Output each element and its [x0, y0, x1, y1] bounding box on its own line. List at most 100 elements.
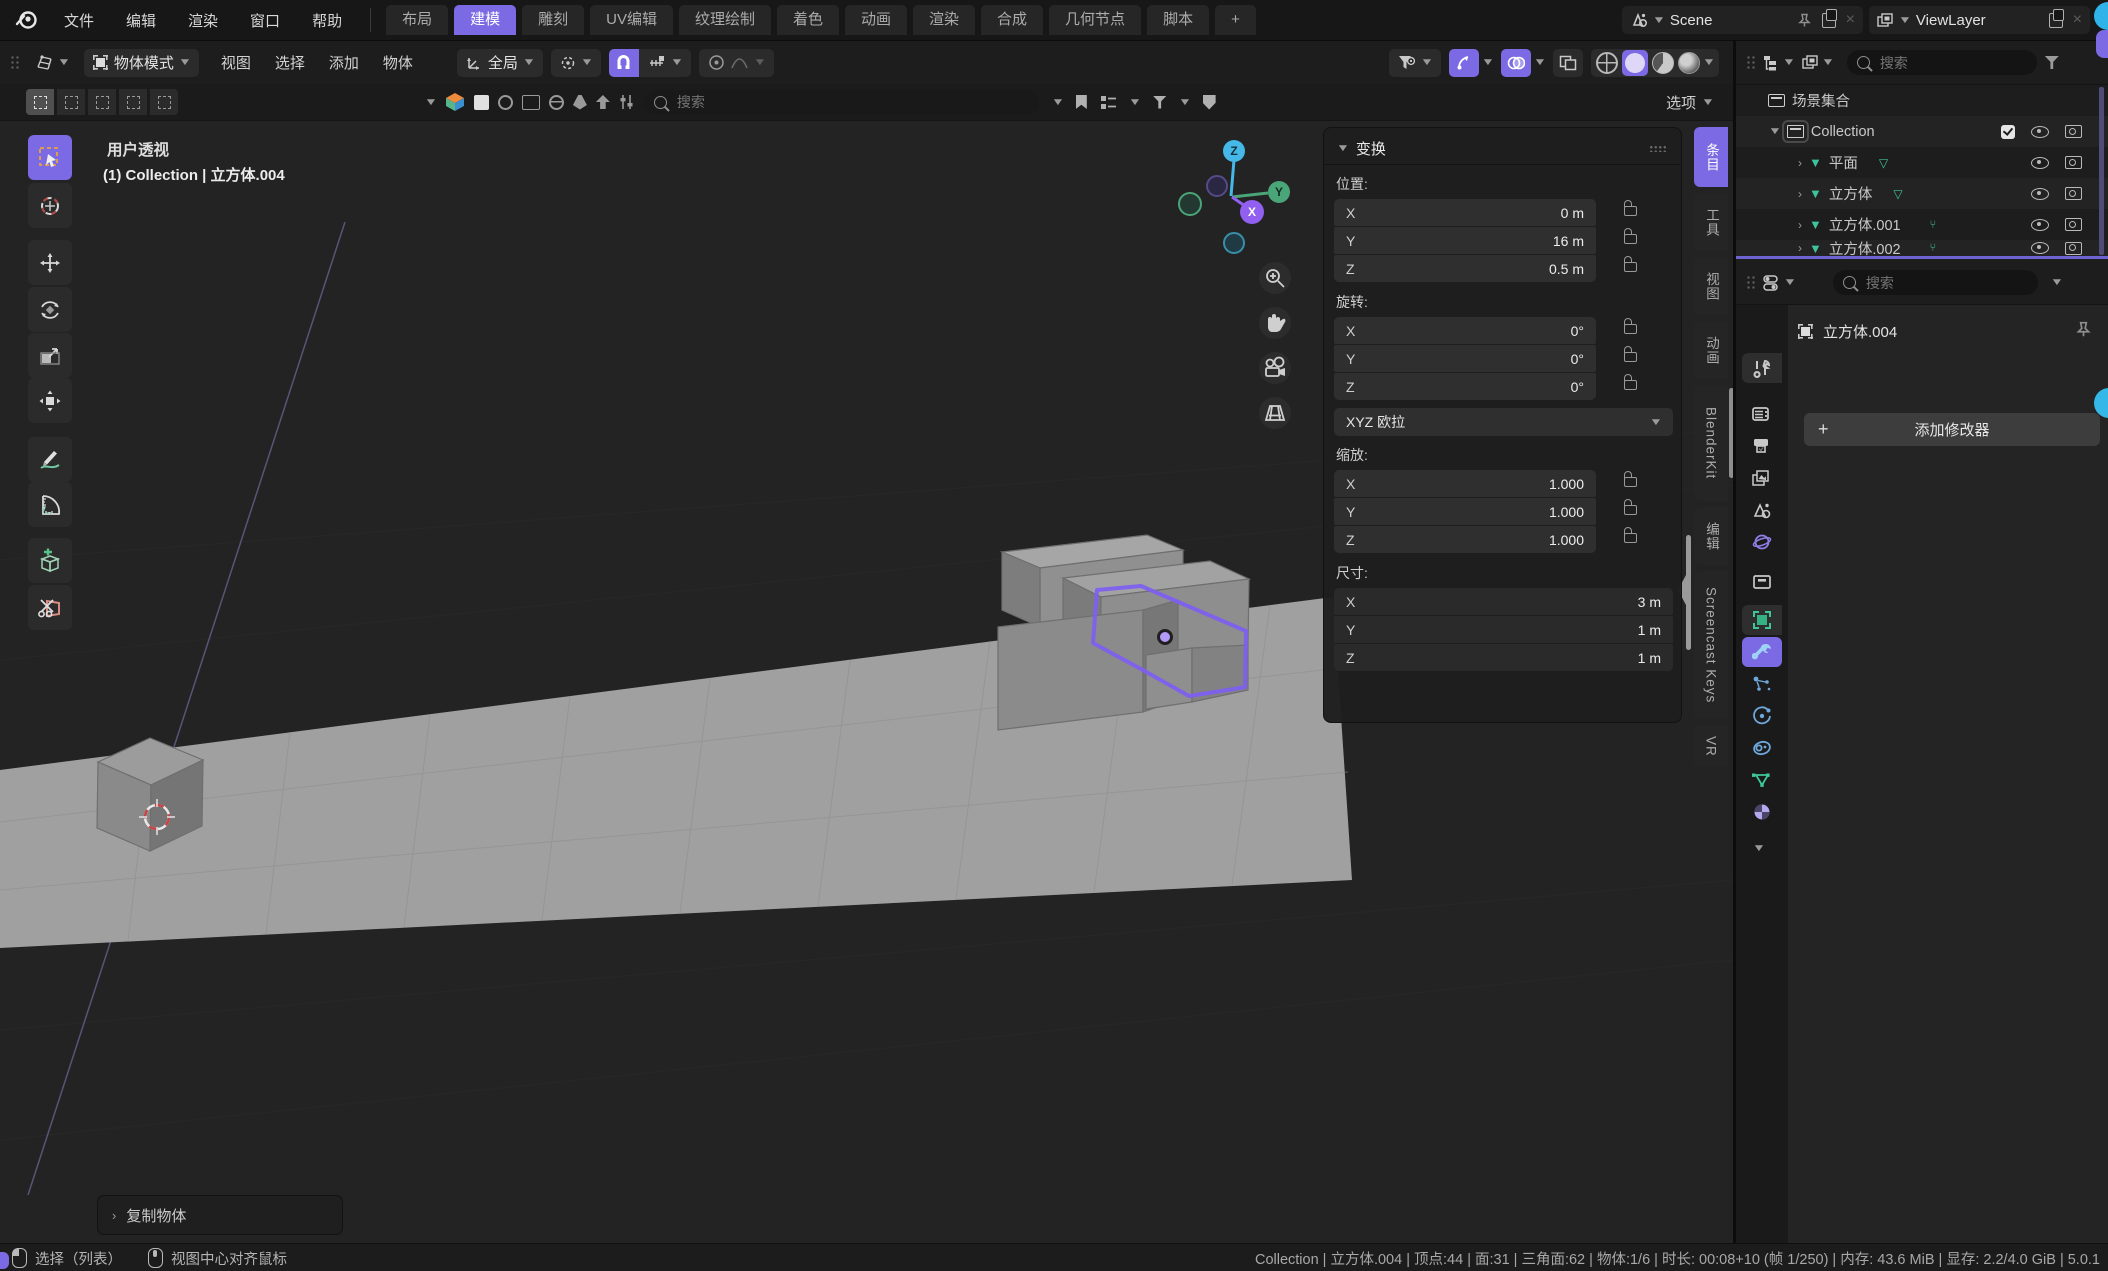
blender-logo[interactable] — [14, 7, 40, 33]
tool-cursor[interactable] — [28, 183, 72, 228]
collection-checkbox[interactable] — [2001, 125, 2015, 139]
outliner-row-cube[interactable]: › ▼ 立方体 ▽ — [1736, 178, 2108, 209]
location-y-field[interactable]: Y16 m — [1334, 227, 1596, 254]
tool-select-box[interactable] — [28, 135, 72, 180]
properties-search[interactable] — [1833, 270, 2038, 295]
select-mode-intersect-button[interactable] — [150, 89, 178, 115]
npanel-scrollbar[interactable] — [1686, 535, 1691, 650]
expand-chevron-icon[interactable]: › — [1798, 218, 1802, 232]
select-mode-invert-button[interactable] — [119, 89, 147, 115]
gizmo-axis-neg-x[interactable] — [1179, 193, 1201, 215]
snap-settings-dropdown[interactable]: ▼ — [639, 49, 691, 77]
tab-constraints[interactable] — [1742, 733, 1782, 763]
eye-icon[interactable] — [2031, 219, 2049, 231]
workspace-tab-modeling[interactable]: 建模 — [454, 5, 516, 35]
menu-help[interactable]: 帮助 — [296, 10, 358, 31]
tab-render[interactable] — [1742, 399, 1782, 429]
menu-select[interactable]: 选择 — [263, 52, 317, 73]
npanel-tab-screencast-keys[interactable]: Screencast Keys — [1694, 571, 1728, 719]
menu-window[interactable]: 窗口 — [234, 10, 296, 31]
outliner-search-input[interactable] — [1878, 54, 2027, 72]
chevron-down-icon[interactable]: ▼ — [2050, 277, 2064, 288]
blenderkit-scenes-button[interactable] — [522, 95, 540, 110]
scale-y-field[interactable]: Y1.000 — [1334, 498, 1596, 525]
chevron-down-icon[interactable]: ▼ — [1783, 277, 1797, 288]
blenderkit-search-input[interactable] — [675, 93, 1029, 111]
npanel-tab-vr[interactable]: VR — [1694, 725, 1728, 767]
tool-scale[interactable] — [28, 333, 72, 378]
editor-type-button[interactable]: ▼ — [27, 49, 78, 77]
menu-file[interactable]: 文件 — [48, 10, 110, 31]
rotation-mode-dropdown[interactable]: XYZ 欧拉 ▼ — [1334, 408, 1673, 436]
outliner-scrollbar[interactable] — [2099, 87, 2104, 255]
blenderkit-filter-sliders-icon[interactable] — [619, 94, 635, 110]
tab-output[interactable] — [1742, 431, 1782, 461]
panel-grip-icon[interactable] — [1649, 145, 1667, 152]
eye-icon[interactable] — [2031, 126, 2049, 138]
shading-material-button[interactable] — [1652, 52, 1674, 74]
workspace-tab-texture-paint[interactable]: 纹理绘制 — [679, 5, 771, 35]
camera-visibility-icon[interactable] — [2065, 218, 2082, 231]
filter-funnel-icon[interactable] — [1153, 96, 1167, 109]
gizmo-axis-neg-z[interactable] — [1224, 233, 1244, 253]
outliner-row-collection[interactable]: ▼ Collection — [1736, 116, 2108, 147]
location-x-field[interactable]: X0 m — [1334, 199, 1596, 226]
rotation-x-field[interactable]: X0° — [1334, 317, 1596, 344]
viewlayer-selector[interactable]: ▼ ViewLayer × — [1869, 6, 2090, 34]
add-workspace-button[interactable]: + — [1215, 5, 1256, 35]
tab-collection[interactable] — [1742, 567, 1782, 597]
location-z-field[interactable]: Z0.5 m — [1334, 255, 1596, 282]
workspace-tab-uv-editing[interactable]: UV编辑 — [590, 5, 673, 35]
shading-rendered-button[interactable] — [1678, 52, 1700, 74]
outliner-editor-icon[interactable] — [1763, 55, 1780, 71]
blenderkit-search[interactable] — [644, 90, 1039, 115]
workspace-tab-rendering[interactable]: 渲染 — [913, 5, 975, 35]
dimension-y-field[interactable]: Y1 m — [1334, 616, 1673, 643]
area-divider-highlight[interactable] — [1736, 256, 2108, 259]
tab-world[interactable] — [1742, 527, 1782, 557]
camera-visibility-icon[interactable] — [2065, 242, 2082, 255]
menu-render[interactable]: 渲染 — [172, 10, 234, 31]
workspace-tab-compositing[interactable]: 合成 — [981, 5, 1043, 35]
lock-icon[interactable] — [1624, 533, 1637, 543]
chevron-down-icon[interactable]: ▼ — [1752, 843, 1766, 854]
scale-z-field[interactable]: Z1.000 — [1334, 526, 1596, 553]
asset-list-icon[interactable] — [1100, 95, 1117, 110]
menu-view[interactable]: 视图 — [209, 52, 263, 73]
object-type-visibility-dropdown[interactable]: ▼ — [1389, 49, 1441, 77]
properties-editor-icon[interactable] — [1763, 275, 1781, 291]
tab-scene[interactable] — [1742, 495, 1782, 525]
outliner-search[interactable] — [1847, 50, 2037, 75]
bookmark-icon[interactable] — [1076, 95, 1087, 109]
tab-tool[interactable] — [1742, 353, 1782, 383]
object-origin-dot[interactable] — [1159, 631, 1172, 644]
scale-x-field[interactable]: X1.000 — [1334, 470, 1596, 497]
breadcrumb-object-name[interactable]: 立方体.004 — [1823, 321, 1897, 342]
tool-move[interactable] — [28, 240, 72, 285]
tab-object[interactable] — [1742, 605, 1782, 635]
shield-icon[interactable] — [1203, 95, 1216, 110]
pin-icon[interactable] — [2075, 321, 2092, 338]
shading-solid-button[interactable] — [1622, 50, 1648, 76]
viewlayer-name[interactable]: ViewLayer — [1916, 12, 1986, 29]
menu-edit[interactable]: 编辑 — [110, 10, 172, 31]
chevron-down-icon[interactable]: ▼ — [1821, 57, 1835, 68]
workspace-tab-layout[interactable]: 布局 — [386, 5, 448, 35]
blenderkit-upload-button[interactable] — [596, 95, 610, 109]
lock-icon[interactable] — [1624, 352, 1637, 362]
remove-viewlayer-icon[interactable]: × — [2073, 12, 2082, 28]
npanel-tab-blenderkit[interactable]: BlenderKit — [1694, 385, 1728, 501]
mode-selector[interactable]: 物体模式 ▼ — [84, 49, 199, 77]
tab-view-layer[interactable] — [1742, 463, 1782, 493]
proportional-editing-toggle[interactable]: ▼ — [699, 49, 774, 77]
outliner-filter-icon[interactable] — [2045, 56, 2059, 69]
npanel-tab-item[interactable]: 条目 — [1694, 127, 1728, 187]
expand-chevron-icon[interactable]: › — [1798, 156, 1802, 170]
scene-name[interactable]: Scene — [1670, 12, 1713, 29]
workspace-tab-scripting[interactable]: 脚本 — [1147, 5, 1209, 35]
header-grip[interactable] — [10, 55, 19, 71]
menu-object[interactable]: 物体 — [371, 52, 425, 73]
rotation-z-field[interactable]: Z0° — [1334, 373, 1596, 400]
expand-chevron-icon[interactable]: › — [1798, 241, 1802, 255]
tool-annotate[interactable] — [28, 437, 72, 482]
